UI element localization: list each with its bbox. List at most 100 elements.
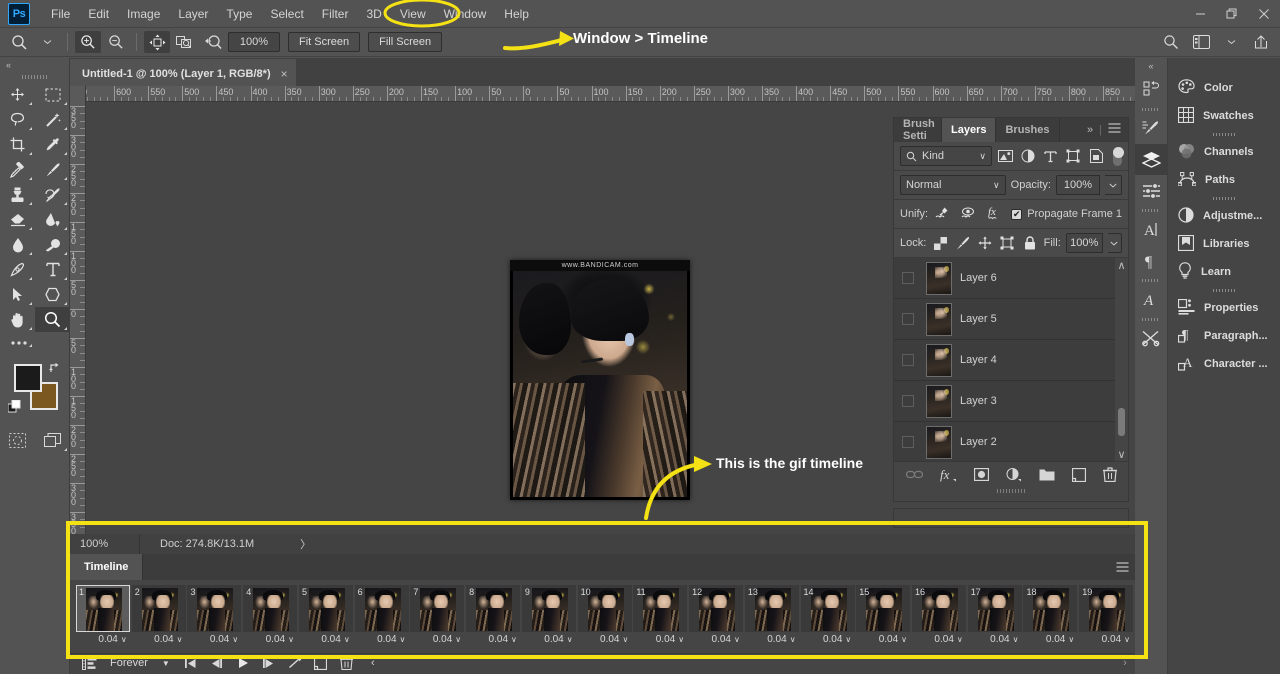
play-animation-icon[interactable] — [230, 654, 256, 673]
layer-style-fx-icon[interactable]: fx — [940, 468, 957, 482]
new-group-icon[interactable] — [1039, 468, 1055, 481]
frame-delay-select[interactable]: 0.04 ∨ — [355, 632, 410, 647]
foreground-color-swatch[interactable] — [14, 364, 42, 392]
layer-visibility-toggle[interactable] — [898, 395, 918, 407]
new-layer-icon[interactable] — [1071, 467, 1086, 482]
dock-item-channels[interactable]: Channels — [1168, 138, 1280, 166]
tab-brush-settings[interactable]: Brush Setti — [894, 118, 942, 142]
frame-thumbnail-box[interactable]: 15 — [856, 585, 911, 632]
panel-menu-icon[interactable] — [1108, 123, 1121, 137]
frame-thumbnail-box[interactable]: 6 — [354, 585, 409, 632]
minimize-icon[interactable] — [1184, 0, 1216, 27]
frame-delay-select[interactable]: 0.04 ∨ — [912, 632, 967, 647]
unify-position-icon[interactable] — [933, 204, 954, 224]
close-icon[interactable] — [1248, 0, 1280, 27]
layer-visibility-toggle[interactable] — [898, 313, 918, 325]
frame-delay-select[interactable]: 0.04 ∨ — [76, 632, 131, 647]
select-next-frame-icon[interactable] — [256, 654, 282, 673]
dock-rail-grip-1[interactable] — [1135, 105, 1167, 113]
select-previous-frame-icon[interactable] — [204, 654, 230, 673]
dock-item-learn[interactable]: Learn — [1168, 258, 1280, 286]
frame-thumbnail-box[interactable]: 16 — [912, 585, 967, 632]
lock-transparent-pixels-icon[interactable] — [931, 233, 948, 253]
menu-image[interactable]: Image — [118, 3, 169, 25]
menu-help[interactable]: Help — [495, 3, 538, 25]
panel-resize-grip[interactable] — [894, 487, 1128, 495]
default-colors-icon[interactable] — [7, 399, 21, 416]
filter-pixel-icon[interactable] — [997, 146, 1015, 166]
scrubby-zoom-icon[interactable] — [200, 31, 226, 53]
frame-delay-select[interactable]: 0.04 ∨ — [801, 632, 856, 647]
tab-brushes[interactable]: Brushes — [996, 118, 1060, 142]
paragraph-icon[interactable]: ¶ — [1135, 245, 1167, 276]
dock-list-grip-1[interactable] — [1168, 130, 1280, 138]
tab-timeline[interactable]: Timeline — [70, 554, 144, 580]
magic-wand-tool-icon[interactable] — [35, 107, 70, 132]
filter-adjustment-icon[interactable] — [1020, 146, 1038, 166]
pen-tool-icon[interactable] — [0, 257, 35, 282]
frame-thumbnail-box[interactable]: 18 — [1023, 585, 1078, 632]
timeline-frame[interactable]: 13 0.04 ∨ — [744, 585, 800, 647]
collapsed-panel-stub[interactable] — [893, 508, 1129, 528]
dock-rail-grip-2[interactable] — [1135, 206, 1167, 214]
delete-frame-icon[interactable] — [334, 654, 360, 673]
frame-delay-select[interactable]: 0.04 ∨ — [968, 632, 1023, 647]
frame-delay-select[interactable]: 0.04 ∨ — [522, 632, 577, 647]
dock-collapse-button[interactable]: « — [1135, 58, 1167, 74]
layer-thumbnail[interactable] — [926, 261, 952, 295]
frame-thumbnail-box[interactable]: 10 — [577, 585, 632, 632]
frame-thumbnail-box[interactable]: 9 — [521, 585, 576, 632]
layer-visibility-toggle[interactable] — [898, 354, 918, 366]
search-icon[interactable] — [1158, 31, 1184, 53]
fill-screen-button[interactable]: Fill Screen — [368, 32, 443, 52]
eyedropper-tool-icon[interactable] — [35, 132, 70, 157]
lock-image-pixels-icon[interactable] — [954, 233, 971, 253]
loop-option-select[interactable]: Forever ▼ — [102, 657, 178, 669]
menu-edit[interactable]: Edit — [79, 3, 118, 25]
eraser-tool-icon[interactable] — [0, 207, 35, 232]
opacity-chevron-down-icon[interactable] — [1105, 175, 1122, 195]
menu-window[interactable]: Window — [435, 3, 496, 25]
convert-to-video-timeline-icon[interactable] — [76, 654, 102, 673]
layer-row[interactable]: Layer 2 — [894, 422, 1128, 461]
dock-item-color[interactable]: Color — [1168, 74, 1280, 102]
layers-list[interactable]: Layer 6 Layer 5 Layer 4 Layer 3 Layer 2 ∧ ∨ — [894, 258, 1128, 461]
history-brush-tool-icon[interactable] — [35, 182, 70, 207]
unify-style-icon[interactable]: fx — [985, 204, 1006, 224]
frame-delay-select[interactable]: 0.04 ∨ — [466, 632, 521, 647]
tool-presets-icon[interactable] — [1135, 323, 1167, 354]
menu-select[interactable]: Select — [261, 3, 312, 25]
layer-name[interactable]: Layer 2 — [960, 436, 997, 448]
fill-input[interactable]: 100% — [1065, 233, 1103, 253]
timeline-frame[interactable]: 14 0.04 ∨ — [800, 585, 856, 647]
gradient-tool-icon[interactable] — [35, 207, 70, 232]
frame-delay-select[interactable]: 0.04 ∨ — [856, 632, 911, 647]
layer-visibility-toggle[interactable] — [898, 272, 918, 284]
timeline-frame[interactable]: 4 0.04 ∨ — [243, 585, 298, 647]
timeline-frame[interactable]: 8 0.04 ∨ — [466, 585, 521, 647]
frame-thumbnail-box[interactable]: 5 — [298, 585, 353, 632]
layer-row[interactable]: Layer 4 — [894, 340, 1128, 381]
clone-stamp-tool-icon[interactable] — [0, 182, 35, 207]
blend-mode-select[interactable]: Normal ∨ — [900, 175, 1006, 195]
menu-view[interactable]: View — [391, 3, 435, 25]
lock-all-icon[interactable] — [1021, 233, 1038, 253]
dock-item-adjustments[interactable]: Adjustme... — [1168, 202, 1280, 230]
ruler-corner[interactable] — [70, 86, 86, 102]
frame-thumbnail-box[interactable]: 11 — [633, 585, 688, 632]
frame-delay-select[interactable]: 0.04 ∨ — [633, 632, 688, 647]
layer-thumbnail[interactable] — [926, 384, 952, 418]
layer-name[interactable]: Layer 4 — [960, 354, 997, 366]
timeline-frame[interactable]: 19 0.04 ∨ — [1079, 585, 1134, 647]
unify-visibility-icon[interactable] — [959, 204, 980, 224]
frame-thumbnail-box[interactable]: 17 — [967, 585, 1022, 632]
glyphs-icon[interactable]: A — [1135, 284, 1167, 315]
filter-type-icon[interactable] — [1042, 146, 1060, 166]
layer-name[interactable]: Layer 3 — [960, 395, 997, 407]
screen-mode-icon[interactable] — [35, 428, 70, 453]
timeline-frame[interactable]: 6 0.04 ∨ — [354, 585, 410, 647]
tab-layers[interactable]: Layers — [942, 118, 997, 142]
dock-rail-grip-4[interactable] — [1135, 315, 1167, 323]
layer-thumbnail[interactable] — [926, 302, 952, 336]
layers-scrollbar[interactable]: ∧ ∨ — [1115, 258, 1128, 461]
